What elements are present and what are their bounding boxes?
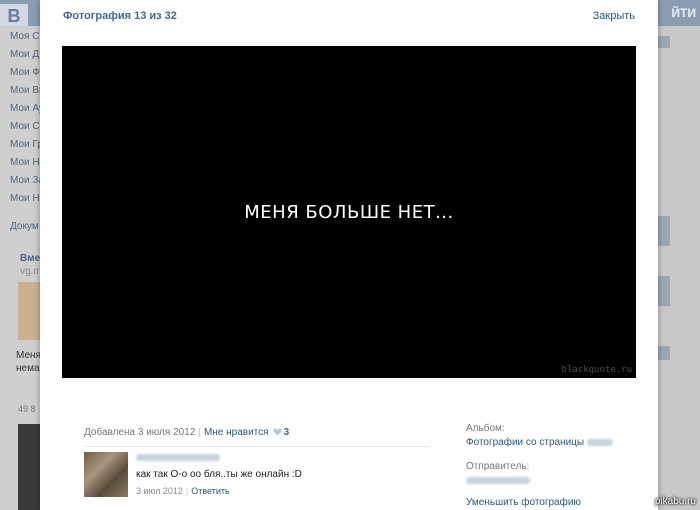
promo-count: 49 8 xyxy=(18,404,36,414)
left-menu: Моя Ст Мои Д Мои Ф Мои Ви Мои Ау Мои Со … xyxy=(10,28,42,208)
background-tile xyxy=(656,346,670,360)
close-button[interactable]: Закрыть xyxy=(593,10,635,22)
promo-image[interactable] xyxy=(18,282,42,340)
sender-label: Отправитель: xyxy=(466,461,530,472)
promo-image-bottom[interactable] xyxy=(18,424,42,510)
menu-item[interactable]: Мои Ау xyxy=(10,100,42,118)
separator: | xyxy=(185,486,189,496)
photo[interactable]: МЕНЯ БОЛЬШЕ НЕТ... blackquote.ru xyxy=(62,46,636,378)
logout-link[interactable]: ЙТИ xyxy=(671,6,696,20)
album-label: Альбом: xyxy=(466,423,505,434)
menu-item[interactable]: Мои Со xyxy=(10,118,42,136)
menu-item[interactable]: Мои Н xyxy=(10,190,42,208)
promo-url: vg.m xyxy=(20,266,42,277)
background-tile xyxy=(656,216,670,246)
shrink-photo-link[interactable]: Уменьшить фотографию xyxy=(466,497,581,508)
menu-item-documents[interactable]: Докум xyxy=(10,221,39,232)
promo-text: Меня xyxy=(16,350,41,361)
photo-caption-text: МЕНЯ БОЛЬШЕ НЕТ... xyxy=(244,202,454,223)
menu-item[interactable]: Мои За xyxy=(10,172,42,190)
photo-counter-title: Фотография 13 из 32 xyxy=(63,10,177,22)
comment-date: 3 июл 2012 xyxy=(136,486,183,496)
photo-viewer-modal: Фотография 13 из 32 Закрыть МЕНЯ БОЛЬШЕ … xyxy=(40,0,658,510)
album-link[interactable]: Фотографии со страницы xyxy=(466,437,613,448)
background-tile xyxy=(656,276,670,306)
comment-text: как так О-о оо бля..ты же онлайн :D xyxy=(136,469,302,480)
reply-button[interactable]: Ответить xyxy=(191,486,229,496)
album-owner-blurred xyxy=(586,438,613,446)
like-button[interactable]: Мне нравится xyxy=(204,427,269,438)
photo-meta: Добавлена 3 июля 2012 | Мне нравится 3 xyxy=(84,427,289,438)
divider xyxy=(84,446,430,447)
comment-avatar[interactable] xyxy=(84,452,128,497)
comment-author-name-blurred[interactable] xyxy=(136,454,220,461)
promo-text: нема xyxy=(16,363,40,374)
comment-meta: 3 июл 2012 | Ответить xyxy=(136,486,230,496)
added-date: Добавлена 3 июля 2012 xyxy=(84,427,196,438)
menu-item[interactable]: Мои Ф xyxy=(10,64,42,82)
menu-item[interactable]: Мои Д xyxy=(10,46,42,64)
background-tile xyxy=(656,36,670,48)
separator: | xyxy=(198,427,201,438)
menu-item[interactable]: Мои Н xyxy=(10,154,42,172)
photo-watermark: blackquote.ru xyxy=(561,365,632,375)
menu-item[interactable]: Моя Ст xyxy=(10,28,42,46)
sender-link[interactable] xyxy=(466,475,530,486)
heart-icon[interactable] xyxy=(272,428,282,436)
like-count: 3 xyxy=(283,427,290,438)
menu-item[interactable]: Мои Гр xyxy=(10,136,42,154)
menu-item[interactable]: Мои Ви xyxy=(10,82,42,100)
sender-name-blurred[interactable] xyxy=(466,476,530,484)
promo-title[interactable]: Вме xyxy=(20,253,40,264)
site-watermark: pikabu.ru xyxy=(654,496,696,507)
background-right-column xyxy=(656,26,700,510)
album-link-text[interactable]: Фотографии со страницы xyxy=(466,437,584,448)
vk-logo[interactable]: В xyxy=(0,4,28,28)
